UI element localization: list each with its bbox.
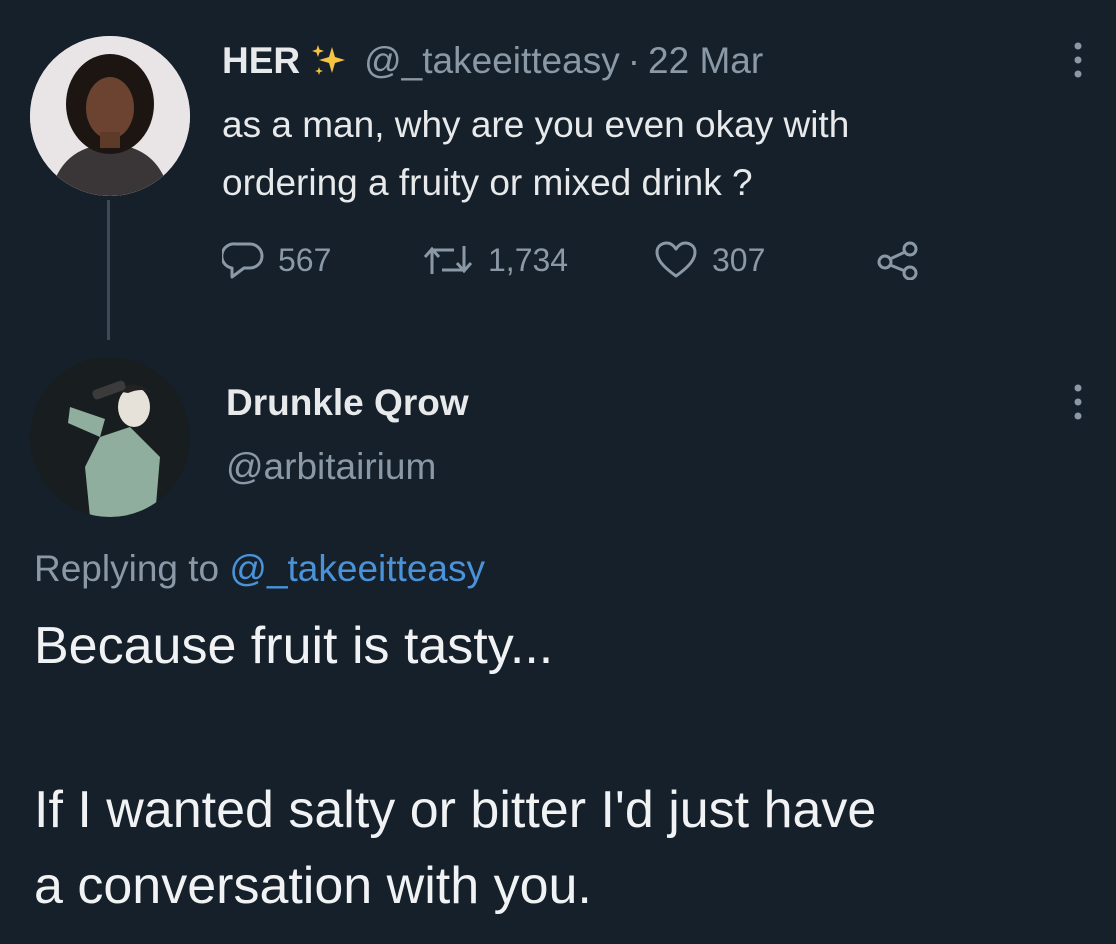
reply-button[interactable]: 567 xyxy=(222,240,422,280)
thread-line xyxy=(107,200,110,340)
avatar-drunkle-qrow-image xyxy=(30,357,190,517)
tweet1-text-line1: as a man, why are you even okay with xyxy=(222,104,850,145)
reply-count: 567 xyxy=(278,241,332,278)
like-count: 307 xyxy=(712,241,766,278)
more-icon[interactable] xyxy=(1070,40,1086,85)
share-button[interactable] xyxy=(876,240,936,280)
tweet1-text: as a man, why are you even okay with ord… xyxy=(222,96,982,212)
tweet2-text-line1: Because fruit is tasty... xyxy=(34,617,554,675)
retweet-icon xyxy=(423,246,473,274)
replying-to-handle-link[interactable]: @_takeeitteasy xyxy=(229,548,485,589)
tweet1-actions: 567 1,734 307 xyxy=(222,238,936,282)
tweet2-text-line2: If I wanted salty or bitter I'd just hav… xyxy=(34,781,877,839)
retweet-count: 1,734 xyxy=(488,241,569,278)
share-icon xyxy=(877,241,918,280)
reply-icon xyxy=(222,242,264,279)
like-icon xyxy=(655,241,697,278)
tweet2-text-line3: a conversation with you. xyxy=(34,857,592,915)
tweet2-display-name[interactable]: Drunkle Qrow xyxy=(226,382,469,424)
tweet1-handle[interactable]: @_takeeitteasy xyxy=(364,40,620,82)
replying-to-prefix: Replying to xyxy=(34,548,220,589)
replying-to: Replying to @_takeeitteasy xyxy=(34,548,485,590)
more-icon[interactable] xyxy=(1070,382,1086,427)
sparkles-icon xyxy=(310,41,350,81)
avatar-drunkle-qrow[interactable] xyxy=(30,357,190,517)
avatar-her-image xyxy=(30,36,190,196)
avatar-her[interactable] xyxy=(30,36,190,196)
tweet1-separator: · xyxy=(627,40,641,81)
tweet2-handle[interactable]: @arbitairium xyxy=(226,446,436,488)
tweet1-text-line2: ordering a fruity or mixed drink ? xyxy=(222,162,753,203)
tweet1-display-name[interactable]: HER xyxy=(222,40,300,82)
like-button[interactable]: 307 xyxy=(654,240,876,280)
tweet1-date[interactable]: 22 Mar xyxy=(648,40,763,82)
retweet-button[interactable]: 1,734 xyxy=(422,240,654,280)
tweet1-header: HER @_takeeitteasy · 22 Mar xyxy=(222,40,763,82)
